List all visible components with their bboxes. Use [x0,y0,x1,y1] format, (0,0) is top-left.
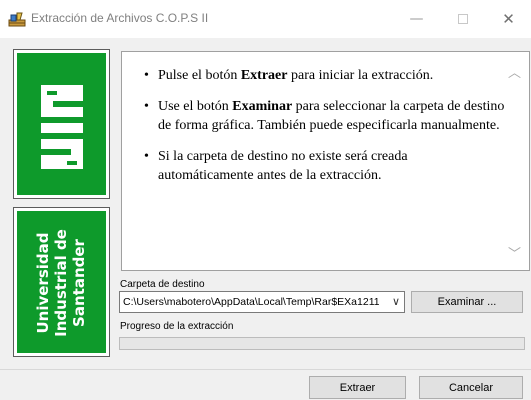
instruction-bold-text: Extraer [240,68,288,83]
scroll-up-icon[interactable]: ︿ [508,62,521,81]
close-icon: ✕ [502,10,515,28]
instruction-text: para iniciar la extracción. [287,68,434,83]
extract-button[interactable]: Extraer [309,376,406,399]
destination-combobox[interactable]: ∨ [119,291,405,313]
winrar-sfx-icon [8,12,26,27]
instructions-panel[interactable]: Pulse el botón Extraer para iniciar la e… [121,51,530,271]
university-name-line-2: Industrial de [52,229,70,337]
uis-logo-wordmark: Universidad Industrial de Santander [13,207,110,357]
minimize-icon: — [409,11,424,27]
window-title: Extracción de Archivos C.O.P.S II [31,11,209,25]
instruction-item: Use el botón Examinar para seleccionar l… [140,97,506,135]
destination-input[interactable] [123,294,379,310]
instructions-list: Pulse el botón Extraer para iniciar la e… [140,66,506,197]
university-name-line-3: Santander [70,239,88,327]
maximize-icon [457,14,468,24]
instruction-item: Pulse el botón Extraer para iniciar la e… [140,66,506,85]
title-bar: Extracción de Archivos C.O.P.S II — ✕ [0,0,531,38]
instruction-item: Si la carpeta de destino no existe será … [140,147,506,185]
university-name-line-1: Universidad [34,232,52,334]
chevron-down-icon[interactable]: ∨ [392,295,400,308]
minimize-button[interactable]: — [394,0,439,38]
cancel-button[interactable]: Cancelar [419,376,523,399]
instruction-text: Use el botón [158,99,233,114]
instruction-bold-text: Examinar [232,99,293,114]
extraction-progress-bar [119,337,525,350]
close-button[interactable]: ✕ [486,0,531,38]
instruction-text: Si la carpeta de destino no existe será … [158,149,408,183]
destination-label: Carpeta de destino [120,279,205,290]
scroll-down-icon[interactable]: ﹀ [508,243,521,262]
instruction-text: Pulse el botón [158,68,241,83]
uis-emblem-icon [41,85,83,169]
maximize-button [440,0,485,38]
footer-divider [0,369,531,370]
progress-label: Progreso de la extracción [120,321,234,332]
university-name: Universidad Industrial de Santander [34,229,88,337]
uis-logo-emblem [13,49,110,199]
browse-button[interactable]: Examinar ... [411,291,523,313]
